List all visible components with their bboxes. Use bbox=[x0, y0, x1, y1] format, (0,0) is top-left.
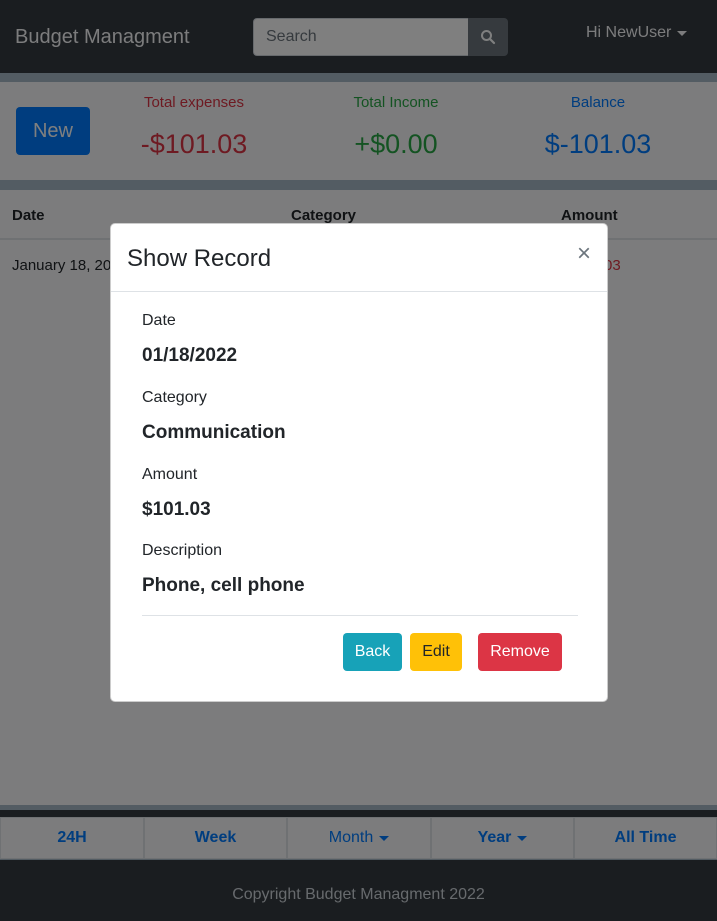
category-label: Category bbox=[142, 389, 207, 406]
modal-title: Show Record bbox=[127, 245, 272, 272]
modal-divider bbox=[142, 615, 578, 616]
amount-label: Amount bbox=[142, 466, 198, 483]
modal-header: Show Record × bbox=[111, 224, 607, 292]
show-record-modal: Show Record × Date 01/18/2022 Category C… bbox=[110, 223, 608, 702]
remove-button[interactable]: Remove bbox=[478, 633, 562, 671]
date-value: 01/18/2022 bbox=[142, 345, 238, 366]
back-button[interactable]: Back bbox=[343, 633, 402, 671]
description-value: Phone, cell phone bbox=[142, 575, 305, 596]
amount-value: $101.03 bbox=[142, 499, 211, 520]
close-icon[interactable]: × bbox=[577, 242, 591, 266]
category-value: Communication bbox=[142, 422, 286, 443]
edit-button[interactable]: Edit bbox=[410, 633, 462, 671]
description-label: Description bbox=[142, 542, 223, 559]
date-label: Date bbox=[142, 312, 176, 329]
